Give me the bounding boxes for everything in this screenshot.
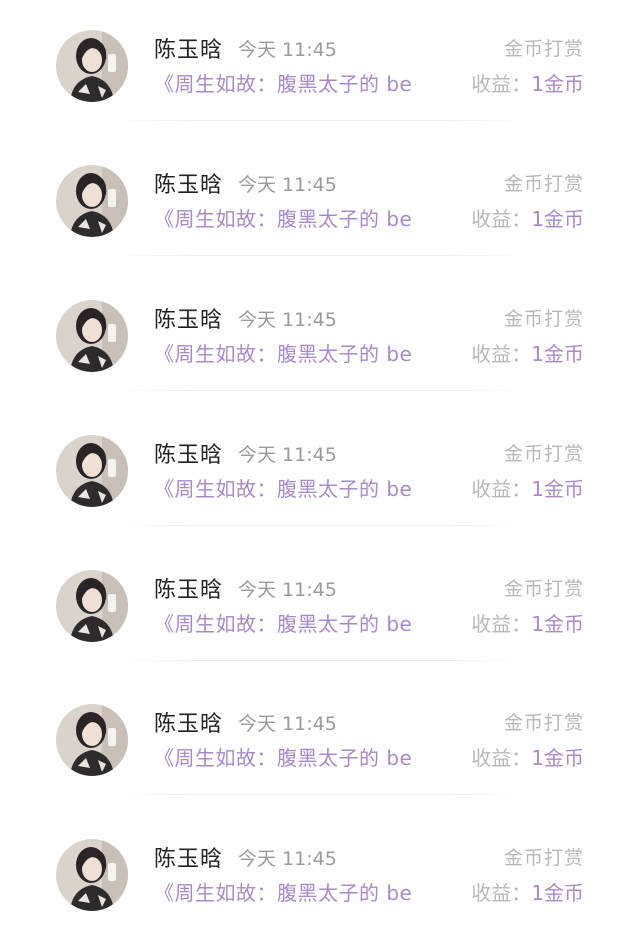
list-item[interactable]: 陈玉晗 今天 11:45 金币打赏 《周生如故：腹黑太子的 be 收益：1金币 [0,674,640,808]
book-title-link[interactable]: 《周生如故：腹黑太子的 be [154,68,459,97]
book-title-link[interactable]: 《周生如故：腹黑太子的 be [154,742,459,771]
tip-type-label: 金币打赏 [503,443,584,465]
book-title-link[interactable]: 《周生如故：腹黑太子的 be [154,338,459,367]
income-value: 1金币 [531,477,584,501]
income: 收益：1金币 [471,473,584,502]
book-title-link[interactable]: 《周生如故：腹黑太子的 be [154,608,459,637]
avatar[interactable] [56,570,128,642]
divider [112,660,528,661]
timestamp: 今天 11:45 [238,174,337,196]
divider [112,525,528,526]
user-name[interactable]: 陈玉晗 [154,302,223,334]
income-value: 1金币 [531,72,584,96]
income: 收益：1金币 [471,877,584,906]
divider [112,120,528,121]
timestamp: 今天 11:45 [238,579,337,601]
timestamp: 今天 11:45 [238,309,337,331]
income-value: 1金币 [531,207,584,231]
income-value: 1金币 [531,342,584,366]
list-item[interactable]: 陈玉晗 今天 11:45 金币打赏 《周生如故：腹黑太子的 be 收益：1金币 [0,405,640,539]
avatar[interactable] [56,839,128,911]
tip-type-label: 金币打赏 [503,578,584,600]
list-item[interactable]: 陈玉晗 今天 11:45 金币打赏 《周生如故：腹黑太子的 be 收益：1金币 [0,0,640,134]
book-title-link[interactable]: 《周生如故：腹黑太子的 be [154,203,459,232]
income-value: 1金币 [531,746,584,770]
tip-type-label: 金币打赏 [503,308,584,330]
list-item[interactable]: 陈玉晗 今天 11:45 金币打赏 《周生如故：腹黑太子的 be 收益：1金币 [0,809,640,941]
income-label: 收益： [471,881,532,905]
user-name[interactable]: 陈玉晗 [154,841,223,873]
timestamp: 今天 11:45 [238,713,337,735]
avatar[interactable] [56,165,128,237]
user-photo-icon [56,300,128,372]
income-label: 收益： [471,207,532,231]
timestamp: 今天 11:45 [238,444,337,466]
user-photo-icon [56,165,128,237]
user-name[interactable]: 陈玉晗 [154,572,223,604]
income-label: 收益： [471,477,532,501]
income: 收益：1金币 [471,608,584,637]
income: 收益：1金币 [471,338,584,367]
list-item[interactable]: 陈玉晗 今天 11:45 金币打赏 《周生如故：腹黑太子的 be 收益：1金币 [0,135,640,269]
timestamp: 今天 11:45 [238,848,337,870]
user-photo-icon [56,570,128,642]
user-photo-icon [56,435,128,507]
divider [112,390,528,391]
user-name[interactable]: 陈玉晗 [154,437,223,469]
tip-type-label: 金币打赏 [503,847,584,869]
user-photo-icon [56,30,128,102]
income-value: 1金币 [531,881,584,905]
list-item[interactable]: 陈玉晗 今天 11:45 金币打赏 《周生如故：腹黑太子的 be 收益：1金币 [0,540,640,674]
tip-type-label: 金币打赏 [503,38,584,60]
tip-type-label: 金币打赏 [503,173,584,195]
income-label: 收益： [471,72,532,96]
income-value: 1金币 [531,612,584,636]
user-photo-icon [56,704,128,776]
income-label: 收益： [471,342,532,366]
user-photo-icon [56,839,128,911]
income-label: 收益： [471,612,532,636]
list-item[interactable]: 陈玉晗 今天 11:45 金币打赏 《周生如故：腹黑太子的 be 收益：1金币 [0,270,640,404]
avatar[interactable] [56,300,128,372]
divider [112,794,528,795]
income: 收益：1金币 [471,68,584,97]
book-title-link[interactable]: 《周生如故：腹黑太子的 be [154,877,459,906]
tip-type-label: 金币打赏 [503,712,584,734]
avatar[interactable] [56,435,128,507]
income: 收益：1金币 [471,203,584,232]
avatar[interactable] [56,30,128,102]
user-name[interactable]: 陈玉晗 [154,706,223,738]
income: 收益：1金币 [471,742,584,771]
user-name[interactable]: 陈玉晗 [154,167,223,199]
divider [112,255,528,256]
book-title-link[interactable]: 《周生如故：腹黑太子的 be [154,473,459,502]
timestamp: 今天 11:45 [238,39,337,61]
avatar[interactable] [56,704,128,776]
income-label: 收益： [471,746,532,770]
user-name[interactable]: 陈玉晗 [154,32,223,64]
reward-record-list: 陈玉晗 今天 11:45 金币打赏 《周生如故：腹黑太子的 be 收益：1金币 … [0,0,640,941]
